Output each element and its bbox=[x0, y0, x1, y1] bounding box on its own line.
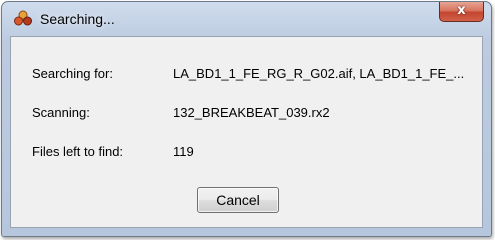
close-button[interactable]: x bbox=[439, 2, 484, 22]
searching-for-label: Searching for: bbox=[32, 66, 113, 81]
searching-dialog: Searching... x Searching for: LA_BD1_1_F… bbox=[1, 1, 492, 237]
title-bar[interactable]: Searching... x bbox=[2, 2, 491, 34]
dialog-body: Searching for: LA_BD1_1_FE_RG_R_G02.aif,… bbox=[10, 36, 483, 228]
scanning-label: Scanning: bbox=[32, 105, 90, 120]
close-icon: x bbox=[457, 3, 466, 18]
searching-for-value: LA_BD1_1_FE_RG_R_G02.aif, LA_BD1_1_FE_..… bbox=[173, 66, 465, 81]
files-left-label: Files left to find: bbox=[32, 144, 124, 159]
files-left-value: 119 bbox=[173, 144, 194, 159]
window-title: Searching... bbox=[40, 11, 115, 27]
scanning-value: 132_BREAKBEAT_039.rx2 bbox=[173, 105, 330, 120]
app-logo-icon bbox=[14, 10, 32, 26]
cancel-button[interactable]: Cancel bbox=[197, 187, 279, 213]
